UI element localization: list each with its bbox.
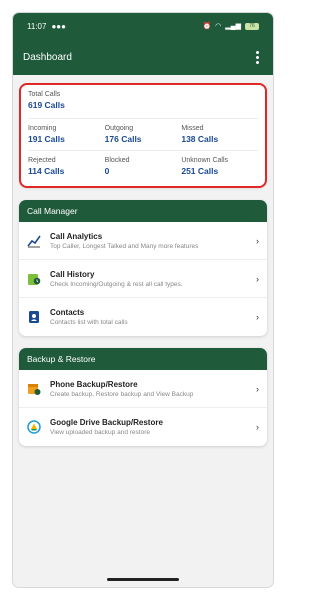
menu-title: Call Analytics xyxy=(50,231,103,241)
call-stats-card: Total Calls 619 Calls Incoming 191 Calls… xyxy=(19,83,267,188)
phone-screen: 11:07 ●●● ⏰ ◠ ▂▄▆ 76 Dashboard Total Cal… xyxy=(13,13,273,587)
stat-label: Blocked xyxy=(104,157,130,164)
chevron-right-icon: › xyxy=(256,273,259,284)
menu-title: Contacts xyxy=(50,308,85,317)
stat-unknown: Unknown Calls 251 Calls xyxy=(181,157,258,176)
stat-row: Incoming 191 Calls Outgoing 176 Calls Mi… xyxy=(28,119,258,150)
menu-subtitle: View uploaded backup and restore xyxy=(50,429,150,436)
menu-subtitle: Contacts list with total calls xyxy=(50,319,128,326)
stat-rejected: Rejected 114 Calls xyxy=(28,157,105,176)
menu-item-phone-backup[interactable]: Phone Backup/Restore Create backup, Rest… xyxy=(19,370,267,408)
stat-outgoing: Outgoing 176 Calls xyxy=(105,125,182,144)
stat-value: 0 xyxy=(104,166,110,176)
wifi-icon: ◠ xyxy=(215,23,222,30)
app-bar-title: Dashboard xyxy=(23,51,72,63)
stat-label: Total Calls xyxy=(28,91,61,98)
menu-title: Call History xyxy=(50,269,95,279)
signal-icon: ▂▄▆ xyxy=(225,23,241,30)
stat-value: 191 Calls xyxy=(28,134,65,144)
stat-label: Outgoing xyxy=(104,125,134,132)
stat-blocked: Blocked 0 xyxy=(105,157,182,176)
stat-value: 619 Calls xyxy=(28,100,65,110)
stat-label: Missed xyxy=(181,125,204,132)
menu-subtitle: Top Caller, Longest Talked and Many more… xyxy=(50,242,199,250)
gesture-nav-bar[interactable] xyxy=(13,571,273,587)
menu-subtitle: Check Incoming/Outgoing & rest all call … xyxy=(50,280,183,288)
menu-item-call-analytics[interactable]: Call Analytics Top Caller, Longest Talke… xyxy=(19,222,267,260)
stat-value: 138 Calls xyxy=(181,134,219,144)
stat-value: 251 Calls xyxy=(181,166,219,176)
menu-item-contacts[interactable]: Contacts Contacts list with total calls … xyxy=(19,298,267,336)
menu-title: Google Drive Backup/Restore xyxy=(50,418,163,427)
call-manager-card: Call Manager Call Analytics Top Caller, … xyxy=(19,200,267,336)
app-bar: Dashboard xyxy=(13,39,273,75)
chevron-right-icon: › xyxy=(256,383,259,394)
stat-missed: Missed 138 Calls xyxy=(181,125,258,144)
menu-item-call-history[interactable]: Call History Check Incoming/Outgoing & r… xyxy=(19,260,267,298)
contacts-icon xyxy=(27,310,41,324)
stat-label: Unknown Calls xyxy=(181,157,229,164)
menu-item-drive-backup[interactable]: Google Drive Backup/Restore View uploade… xyxy=(19,408,267,446)
menu-title: Phone Backup/Restore xyxy=(50,379,138,389)
stat-row: Rejected 114 Calls Blocked 0 Unknown Cal… xyxy=(28,150,258,182)
status-time: 11:07 xyxy=(27,21,47,31)
drive-backup-icon xyxy=(27,420,41,434)
alarm-icon: ⏰ xyxy=(202,23,212,30)
stat-incoming: Incoming 191 Calls xyxy=(28,125,105,144)
card-header: Call Manager xyxy=(19,200,267,222)
backup-restore-card: Backup & Restore Phone Backup/Restore Cr… xyxy=(19,348,267,446)
more-options-icon[interactable] xyxy=(252,47,263,68)
chevron-right-icon: › xyxy=(256,312,259,322)
card-header: Backup & Restore xyxy=(19,348,267,370)
status-bar: 11:07 ●●● ⏰ ◠ ▂▄▆ 76 xyxy=(13,13,273,39)
stat-total-calls: Total Calls 619 Calls xyxy=(28,91,258,119)
battery-icon: 76 xyxy=(245,22,259,30)
stat-value: 176 Calls xyxy=(104,134,142,144)
call-history-icon xyxy=(27,272,41,286)
chevron-right-icon: › xyxy=(256,235,259,246)
notification-dots-icon: ●●● xyxy=(51,21,66,31)
menu-subtitle: Create backup, Restore backup and View B… xyxy=(50,390,194,398)
chevron-right-icon: › xyxy=(256,422,259,432)
analytics-chart-icon xyxy=(27,234,41,248)
phone-backup-icon xyxy=(27,382,41,396)
stat-label: Incoming xyxy=(28,125,57,132)
stat-label: Rejected xyxy=(28,157,56,164)
stat-value: 114 Calls xyxy=(28,166,65,176)
